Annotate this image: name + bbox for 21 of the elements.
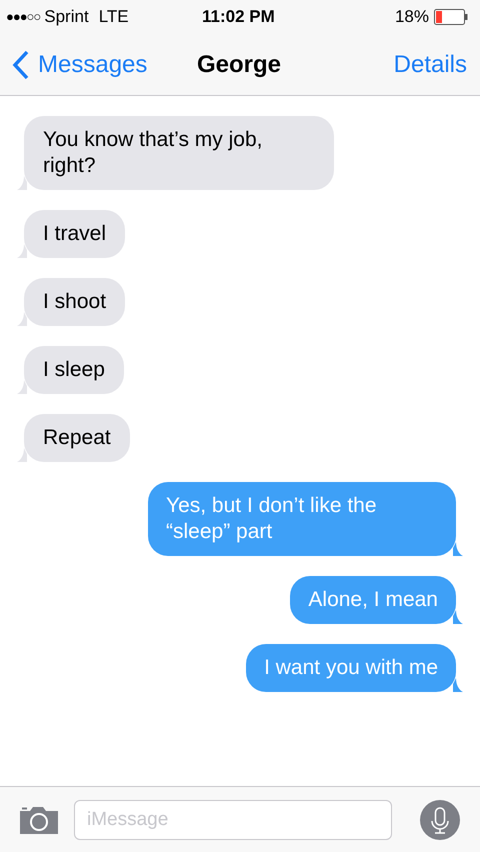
bubble-tail <box>453 678 463 692</box>
bubble-tail <box>453 610 463 624</box>
bubble-tail <box>17 176 27 190</box>
bubble-tail <box>17 312 27 326</box>
message-input-field[interactable]: iMessage <box>74 800 392 840</box>
back-link[interactable]: Messages <box>12 46 148 82</box>
carrier-name: Sprint <box>44 6 89 28</box>
bubble-tail <box>17 244 27 258</box>
battery-percent: 18% <box>394 6 429 28</box>
network-type: LTE <box>98 6 129 28</box>
signal-strength: ●●●○○ <box>6 8 40 26</box>
status-time: 11:02 PM <box>202 6 275 28</box>
conversation-title: George <box>197 50 282 80</box>
back-chevron-icon <box>12 50 30 80</box>
bubble-tail <box>453 542 463 556</box>
camera-icon[interactable] <box>20 806 58 834</box>
bubble-tail <box>17 448 27 462</box>
battery-icon <box>434 9 468 25</box>
details-link[interactable]: Details <box>394 46 467 82</box>
microphone-icon[interactable] <box>420 800 460 840</box>
bubble-tail <box>17 380 27 394</box>
